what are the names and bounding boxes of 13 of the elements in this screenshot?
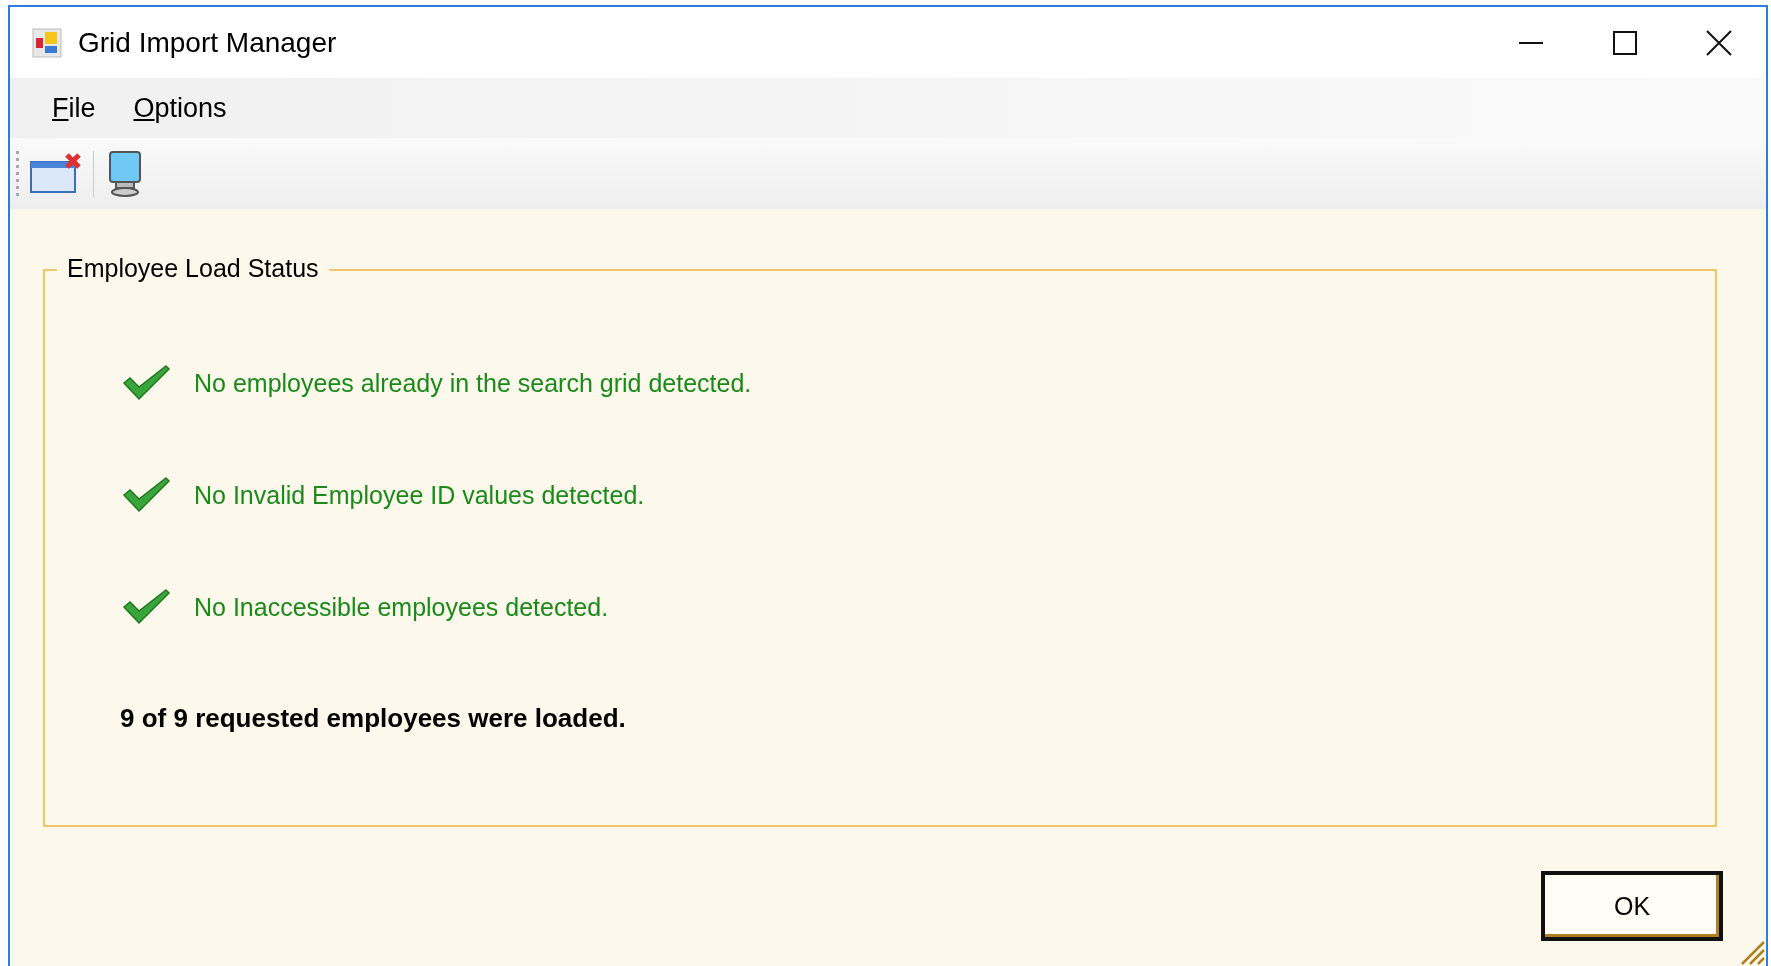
ok-button[interactable]: OK — [1541, 871, 1723, 941]
menu-item[interactable]: Options — [129, 88, 231, 128]
status-message: No Invalid Employee ID values detected. — [194, 480, 645, 510]
maximize-icon — [1613, 30, 1637, 55]
window-title: Grid Import Manager — [78, 26, 338, 59]
status-message: No employees already in the search grid detected. — [194, 368, 752, 398]
menu-item[interactable]: File — [48, 88, 100, 128]
summary-text: 9 of 9 requested employees were loaded. — [120, 703, 627, 734]
window-close-icon — [29, 151, 83, 196]
status-message: No Inaccessible employees detected. — [194, 592, 609, 622]
close-icon — [1706, 29, 1732, 56]
app-icon — [32, 27, 62, 58]
minimize-icon — [1519, 41, 1543, 44]
